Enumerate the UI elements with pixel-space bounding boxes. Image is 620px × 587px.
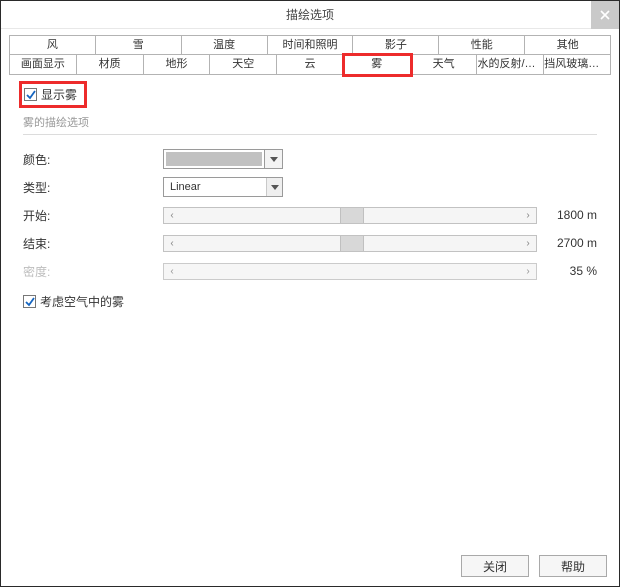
tab-material[interactable]: 材质 <box>77 55 144 75</box>
slider-left-arrow: ‹ <box>164 266 180 277</box>
tab-fog[interactable]: 雾 <box>344 55 411 75</box>
slider-right-arrow[interactable]: › <box>520 238 536 249</box>
help-button[interactable]: 帮助 <box>539 555 607 577</box>
tab-row-2: 画面显示 材质 地形 天空 云 雾 天气 水的反射/浪水 挡风玻璃上的雨水 <box>9 55 611 75</box>
label-color: 颜色: <box>23 151 163 168</box>
slider-left-arrow[interactable]: ‹ <box>164 238 180 249</box>
color-dropdown[interactable] <box>163 149 283 169</box>
tab-terrain[interactable]: 地形 <box>144 55 211 75</box>
tab-weather[interactable]: 天气 <box>411 55 478 75</box>
dialog-window: 描绘选项 风 雪 温度 时间和照明 影子 性能 其他 画面显示 材质 地形 天空… <box>0 0 620 587</box>
tab-display[interactable]: 画面显示 <box>9 55 77 75</box>
group-divider <box>23 134 597 135</box>
type-select[interactable]: Linear <box>163 177 283 197</box>
dialog-title: 描绘选项 <box>286 6 334 23</box>
show-fog-row: 显示雾 <box>23 85 83 104</box>
tab-water-reflection[interactable]: 水的反射/浪水 <box>477 55 544 75</box>
row-density: 密度: ‹ › 35 % <box>23 257 597 285</box>
slider-track[interactable] <box>180 236 520 251</box>
label-density: 密度: <box>23 263 163 280</box>
tab-snow[interactable]: 雪 <box>96 35 182 55</box>
group-title: 雾的描绘选项 <box>23 114 597 132</box>
tab-temperature[interactable]: 温度 <box>182 35 268 55</box>
row-color: 颜色: <box>23 145 597 173</box>
close-button[interactable]: 关闭 <box>461 555 529 577</box>
show-fog-label: 显示雾 <box>41 86 77 103</box>
color-dropdown-button[interactable] <box>264 150 282 168</box>
tab-sky[interactable]: 天空 <box>210 55 277 75</box>
tab-time-lighting[interactable]: 时间和照明 <box>268 35 354 55</box>
end-slider[interactable]: ‹ › <box>163 235 537 252</box>
consider-air-checkbox[interactable] <box>23 295 36 308</box>
chevron-down-icon <box>270 157 278 162</box>
slider-track <box>180 264 520 279</box>
row-end: 结束: ‹ › 2700 m <box>23 229 597 257</box>
type-select-button[interactable] <box>266 178 282 196</box>
show-fog-checkbox[interactable] <box>24 88 37 101</box>
consider-air-row: 考虑空气中的雾 <box>23 293 124 310</box>
consider-air-label: 考虑空气中的雾 <box>40 293 124 310</box>
tab-windshield-rain[interactable]: 挡风玻璃上的雨水 <box>544 55 611 75</box>
slider-left-arrow[interactable]: ‹ <box>164 210 180 221</box>
type-select-value: Linear <box>164 181 266 193</box>
density-value: 35 % <box>537 264 597 278</box>
label-start: 开始: <box>23 207 163 224</box>
tab-wind[interactable]: 风 <box>9 35 96 55</box>
slider-thumb[interactable] <box>340 208 364 223</box>
row-start: 开始: ‹ › 1800 m <box>23 201 597 229</box>
density-slider: ‹ › <box>163 263 537 280</box>
tab-cloud[interactable]: 云 <box>277 55 344 75</box>
slider-right-arrow: › <box>520 266 536 277</box>
label-type: 类型: <box>23 179 163 196</box>
close-icon[interactable] <box>591 1 619 29</box>
titlebar: 描绘选项 <box>1 1 619 29</box>
start-value: 1800 m <box>537 208 597 222</box>
row-type: 类型: Linear <box>23 173 597 201</box>
end-value: 2700 m <box>537 236 597 250</box>
color-swatch <box>166 152 262 166</box>
tab-row-1: 风 雪 温度 时间和照明 影子 性能 其他 <box>9 35 611 55</box>
fog-options-group: 雾的描绘选项 颜色: 类型: Linear <box>23 114 597 310</box>
tabs: 风 雪 温度 时间和照明 影子 性能 其他 画面显示 材质 地形 天空 云 雾 … <box>1 29 619 75</box>
tab-performance[interactable]: 性能 <box>439 35 525 55</box>
tab-other[interactable]: 其他 <box>525 35 611 55</box>
slider-track[interactable] <box>180 208 520 223</box>
label-end: 结束: <box>23 235 163 252</box>
slider-right-arrow[interactable]: › <box>520 210 536 221</box>
tab-content: 显示雾 雾的描绘选项 颜色: 类型: Linear <box>9 75 611 546</box>
start-slider[interactable]: ‹ › <box>163 207 537 224</box>
dialog-footer: 关闭 帮助 <box>1 546 619 586</box>
slider-thumb[interactable] <box>340 236 364 251</box>
tab-shadow[interactable]: 影子 <box>353 35 439 55</box>
chevron-down-icon <box>271 185 279 190</box>
